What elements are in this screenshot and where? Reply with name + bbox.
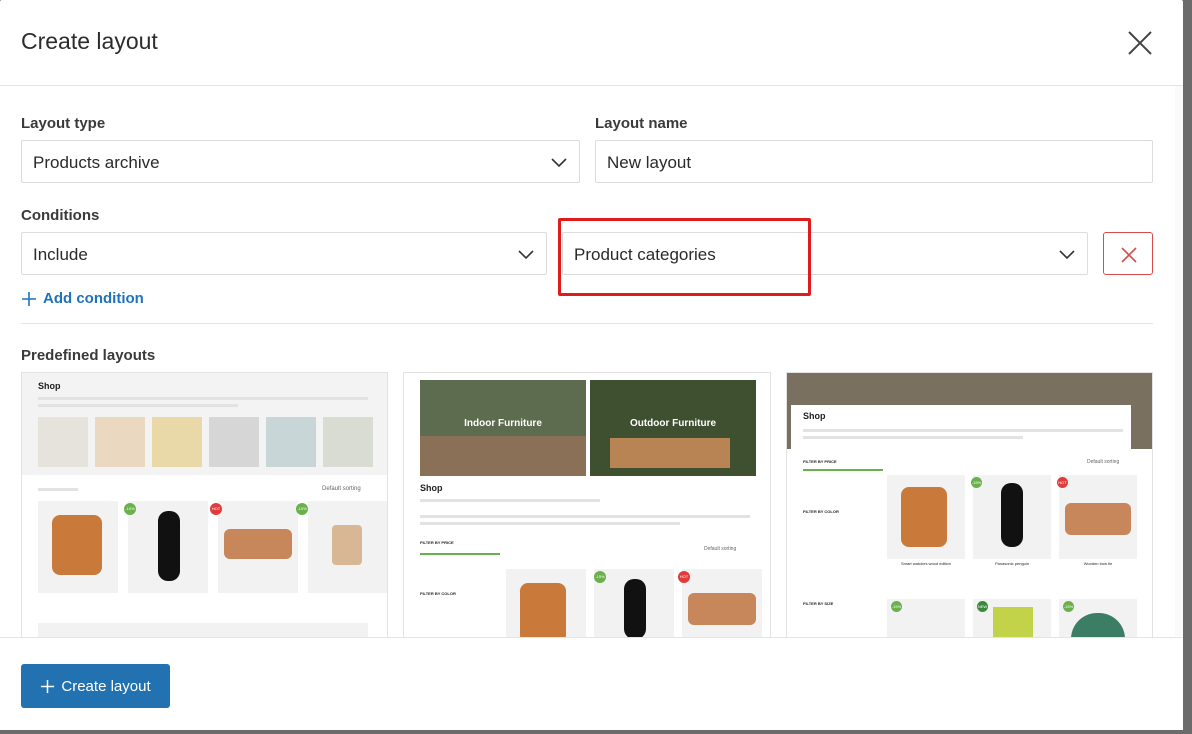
product-name: Panasonic penguin	[994, 561, 1030, 566]
condition-mode-select[interactable]: Include	[21, 232, 547, 275]
filter-price-label: FILTER BY PRICE	[420, 540, 454, 545]
hot-badge: HOT	[210, 503, 222, 515]
chevron-down-icon	[1059, 250, 1075, 260]
layout-preview-1[interactable]: Shop Default sorting -10% HOT -10%	[21, 372, 388, 638]
create-layout-dialog: Create layout Layout type Products archi…	[0, 0, 1183, 730]
annotation-highlight-box	[558, 218, 811, 296]
dialog-footer: Create layout	[0, 637, 1183, 730]
close-icon	[1121, 247, 1137, 263]
chevron-down-icon	[551, 158, 567, 168]
filter-size-label: FILTER BY SIZE	[803, 601, 834, 606]
new-badge: NEW	[977, 601, 988, 612]
hot-badge: HOT	[678, 571, 690, 583]
sale-badge: -10%	[296, 503, 308, 515]
sort-select: Default sorting	[322, 486, 361, 492]
filter-price-label: FILTER BY PRICE	[803, 459, 837, 464]
preview-heading: Shop	[420, 483, 443, 493]
scrollbar[interactable]	[1175, 86, 1183, 636]
chevron-down-icon	[518, 250, 534, 260]
sort-select: Default sorting	[704, 546, 737, 552]
banner-indoor: Indoor Furniture	[420, 380, 586, 476]
hot-badge: HOT	[1057, 477, 1068, 488]
sort-select: Default sorting	[1087, 459, 1120, 465]
banner-outdoor: Outdoor Furniture	[590, 380, 756, 476]
category-strip	[38, 417, 373, 467]
filter-color-label: FILTER BY COLOR	[803, 509, 839, 514]
add-condition-label: Add condition	[43, 290, 144, 307]
product-grid	[38, 501, 387, 593]
layout-name-input[interactable]: New layout	[595, 140, 1153, 183]
preview-heading: Shop	[38, 381, 61, 391]
layout-preview-2[interactable]: Indoor Furniture Outdoor Furniture Shop …	[403, 372, 771, 638]
dialog-header: Create layout	[0, 0, 1183, 86]
layout-name-value: New layout	[607, 153, 692, 172]
layout-type-select[interactable]: Products archive	[21, 140, 580, 183]
add-condition-link[interactable]: Add condition	[21, 290, 144, 307]
product-name: Smart watches wood edition	[900, 561, 952, 566]
banner-indoor-label: Indoor Furniture	[464, 418, 542, 429]
banner-outdoor-label: Outdoor Furniture	[629, 418, 717, 429]
product-grid-row-2	[887, 599, 1137, 637]
layout-preview-3[interactable]: Shop FILTER BY PRICE FILTER BY COLOR FIL…	[786, 372, 1153, 638]
product-name: Wooden bow tie	[1083, 561, 1113, 566]
sale-badge: -15%	[594, 571, 606, 583]
predefined-layouts-label: Predefined layouts	[21, 347, 156, 364]
divider	[21, 323, 1153, 324]
create-layout-label: Create layout	[61, 677, 151, 695]
dialog-title: Create layout	[21, 28, 158, 54]
plus-icon	[41, 679, 55, 693]
sale-badge: -15%	[891, 601, 902, 612]
layout-name-label: Layout name	[595, 115, 688, 132]
sale-badge: -10%	[124, 503, 136, 515]
plus-icon	[22, 291, 36, 306]
remove-condition-button[interactable]	[1103, 232, 1153, 275]
create-layout-button[interactable]: Create layout	[21, 664, 170, 708]
condition-mode-value: Include	[33, 245, 88, 264]
close-icon[interactable]	[1124, 27, 1156, 59]
product-grid	[887, 475, 1137, 559]
sale-badge: -15%	[1063, 601, 1074, 612]
layout-type-value: Products archive	[33, 153, 160, 172]
sale-badge: -15%	[971, 477, 982, 488]
layout-type-label: Layout type	[21, 115, 106, 132]
filter-color-label: FILTER BY COLOR	[420, 591, 456, 596]
preview-heading: Shop	[803, 411, 826, 421]
conditions-label: Conditions	[21, 207, 100, 224]
product-grid	[506, 569, 762, 637]
